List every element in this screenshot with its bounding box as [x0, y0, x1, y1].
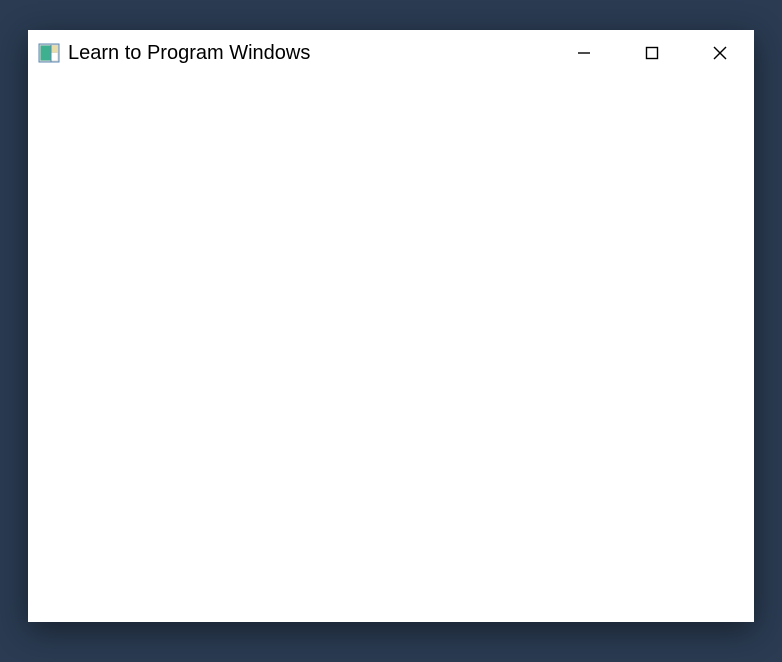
application-window: Learn to Program Windows: [28, 30, 754, 622]
caption-buttons: [550, 30, 754, 76]
app-icon: [38, 42, 60, 64]
client-area: [28, 76, 754, 622]
close-button[interactable]: [686, 30, 754, 76]
close-icon: [712, 45, 728, 61]
window-title: Learn to Program Windows: [68, 42, 550, 65]
maximize-button[interactable]: [618, 30, 686, 76]
minimize-icon: [576, 45, 592, 61]
maximize-icon: [644, 45, 660, 61]
minimize-button[interactable]: [550, 30, 618, 76]
titlebar[interactable]: Learn to Program Windows: [28, 30, 754, 76]
